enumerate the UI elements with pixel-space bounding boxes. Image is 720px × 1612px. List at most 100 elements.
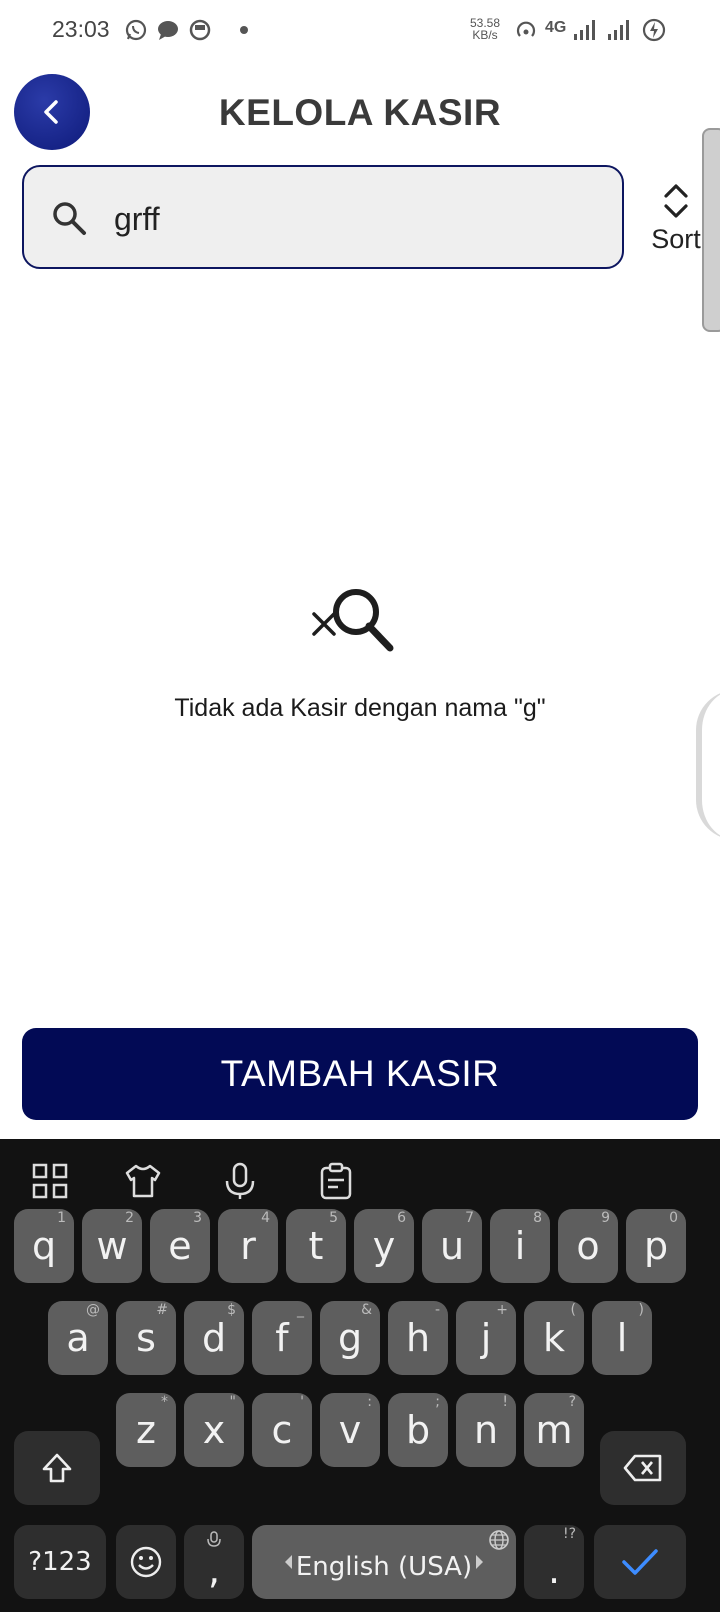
key-f[interactable]: _ f: [252, 1301, 312, 1375]
key-hint: 2: [125, 1210, 134, 1226]
key-w[interactable]: 2w: [82, 1209, 142, 1283]
key-label: l: [616, 1316, 628, 1360]
hotspot-icon: [516, 21, 536, 37]
symbols-key[interactable]: ?123: [14, 1525, 106, 1599]
key-h[interactable]: -h: [388, 1301, 448, 1375]
key-label: h: [405, 1316, 431, 1360]
search-input[interactable]: [112, 191, 596, 247]
key-hint: 4: [261, 1210, 270, 1226]
key-q[interactable]: 1q: [14, 1209, 74, 1283]
backspace-icon: [623, 1454, 662, 1482]
key-l[interactable]: ) l: [592, 1301, 652, 1375]
key-hint: 6: [397, 1210, 406, 1226]
key-label: w: [96, 1224, 128, 1268]
key-hint: #: [156, 1302, 168, 1318]
key-hint: 0: [669, 1210, 678, 1226]
key-b[interactable]: ; b: [388, 1393, 448, 1467]
enter-done-key[interactable]: [594, 1525, 686, 1599]
key-label: c: [271, 1408, 293, 1452]
key-p[interactable]: 0p: [626, 1209, 686, 1283]
key-i[interactable]: 8i: [490, 1209, 550, 1283]
key-hint: @: [86, 1302, 100, 1318]
key-label: o: [576, 1224, 600, 1268]
emoji-key[interactable]: [116, 1525, 176, 1599]
key-x[interactable]: " x: [184, 1393, 244, 1467]
shift-arrow-icon: [42, 1453, 72, 1483]
key-hint: (: [570, 1302, 576, 1318]
key-z[interactable]: * z: [116, 1393, 176, 1467]
key-label: e: [168, 1224, 192, 1268]
key-g[interactable]: & g: [320, 1301, 380, 1375]
key-r[interactable]: 4r: [218, 1209, 278, 1283]
search-box[interactable]: [22, 165, 624, 269]
key-label: b: [405, 1408, 431, 1452]
shift-key[interactable]: [14, 1431, 100, 1505]
more-notifications-dot-icon: [240, 26, 248, 34]
key-label: g: [337, 1316, 363, 1360]
battery-charging-icon: [642, 18, 666, 42]
language-next-icon: [476, 1555, 483, 1569]
microphone-icon[interactable]: [220, 1161, 260, 1201]
key-s[interactable]: # s: [116, 1301, 176, 1375]
key-hint: _: [297, 1302, 304, 1318]
key-hint: -: [434, 1302, 440, 1318]
key-o[interactable]: 9o: [558, 1209, 618, 1283]
theme-shirt-icon[interactable]: [123, 1161, 163, 1201]
key-label: d: [201, 1316, 227, 1360]
key-label: p: [643, 1224, 669, 1268]
key-label: i: [514, 1224, 526, 1268]
key-v[interactable]: :v: [320, 1393, 380, 1467]
key-k[interactable]: (k: [524, 1301, 584, 1375]
key-hint: 9: [601, 1210, 610, 1226]
key-label: k: [542, 1316, 565, 1360]
clipboard-icon[interactable]: [316, 1161, 356, 1201]
key-j[interactable]: + j: [456, 1301, 516, 1375]
key-hint: !: [502, 1394, 508, 1410]
key-label: n: [473, 1408, 499, 1452]
status-time: 23:03: [52, 16, 110, 42]
key-a[interactable]: @ a: [48, 1301, 108, 1375]
key-label: j: [480, 1316, 492, 1360]
key-u[interactable]: 7u: [422, 1209, 482, 1283]
period-key[interactable]: !? .: [524, 1525, 584, 1599]
comma-key[interactable]: ,: [184, 1525, 244, 1599]
key-hint: 5: [329, 1210, 338, 1226]
edge-panel-handle[interactable]: [702, 128, 720, 332]
key-y[interactable]: 6y: [354, 1209, 414, 1283]
add-cashier-button[interactable]: TAMBAH KASIR: [22, 1028, 698, 1120]
key-t[interactable]: 5t: [286, 1209, 346, 1283]
sort-icon: [664, 184, 688, 218]
on-screen-keyboard: 1q2w3e4r5t6y7u8i9o0p @ a # s $ d _ f & g - h + j(k) l …: [0, 1139, 720, 1612]
key-d[interactable]: $ d: [184, 1301, 244, 1375]
key-hint: 7: [465, 1210, 474, 1226]
apps-grid-icon[interactable]: [30, 1161, 70, 1201]
key-hint: $: [227, 1302, 236, 1318]
globe-icon: [489, 1530, 509, 1550]
key-hint: ?: [568, 1394, 576, 1410]
page-title: KELOLA KASIR: [218, 92, 502, 133]
key-label: v: [338, 1408, 362, 1452]
key-hint: ;: [435, 1394, 440, 1410]
space-key[interactable]: English (USA): [252, 1525, 516, 1599]
status-bar: 23:03 53.58 KB/s 4G: [0, 0, 720, 60]
comma-label: ,: [207, 1548, 221, 1592]
key-label: r: [240, 1224, 256, 1268]
app-notification-icon: [189, 19, 211, 41]
key-label: z: [136, 1408, 156, 1452]
key-label: s: [136, 1316, 156, 1360]
key-hint: ): [638, 1302, 644, 1318]
key-hint: *: [161, 1394, 168, 1410]
backspace-key[interactable]: [600, 1431, 686, 1505]
network-speed: 53.58 KB/s: [470, 16, 501, 42]
emoji-smiley-icon: [130, 1546, 162, 1578]
search-icon: [53, 202, 86, 235]
key-e[interactable]: 3e: [150, 1209, 210, 1283]
search-off-icon: [312, 589, 394, 652]
signal-strength-2-icon: [608, 20, 629, 40]
key-label: t: [308, 1224, 324, 1268]
key-m[interactable]: ? m: [524, 1393, 584, 1467]
key-n[interactable]: ! n: [456, 1393, 516, 1467]
message-icon: [158, 21, 178, 40]
key-hint: &: [361, 1302, 372, 1318]
key-c[interactable]: ' c: [252, 1393, 312, 1467]
